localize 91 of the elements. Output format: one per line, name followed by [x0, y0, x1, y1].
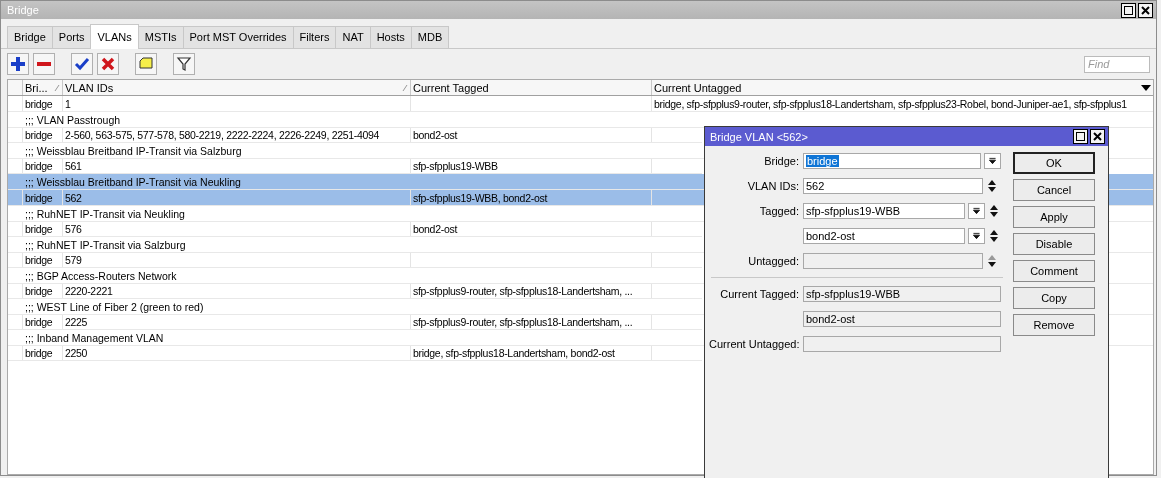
tab[interactable]: MDB [410, 26, 450, 48]
dropdown-icon[interactable] [1141, 83, 1151, 92]
find-field[interactable]: Find [1084, 55, 1150, 73]
table-cell-text: 579 [64, 253, 83, 267]
input-field[interactable]: sfp-sfpplus19-WBB [803, 286, 1001, 302]
field-label: Current Tagged: [720, 288, 799, 300]
column-header[interactable]: Current Tagged [410, 80, 651, 95]
spinner-icon[interactable] [989, 228, 999, 244]
spinner-icon[interactable] [987, 178, 997, 194]
table-row[interactable]: bridge 1 bridge, sfp-sfpplus9-router, sfp-sfpplus18-Landertsham, sfp-sfpplus23-Robel, bond-Juniper-ae1, sfp-sfpplus1 [8, 96, 1153, 112]
add-icon-button[interactable] [7, 53, 29, 75]
x-icon-button[interactable] [97, 53, 119, 75]
table-row[interactable]: bridge 2225 sfp-sfpplus9-router, sfp-sfpplus18-Landertsham, ... [8, 315, 702, 330]
table-cell-text: sfp-sfpplus19-WBB, bond2-ost [412, 190, 549, 205]
table-cell-text: bridge [24, 128, 54, 142]
dropdown-icon[interactable] [984, 153, 1001, 169]
spinner-icon[interactable] [989, 203, 999, 219]
tab[interactable]: Filters [292, 26, 337, 48]
column-header[interactable]: VLAN IDs [62, 80, 410, 95]
table-cell-text: bridge, sfp-sfpplus9-router, sfp-sfpplus18-Landertsham, sfp-sfpplus23-Robel, bond-Juniper-ae1, sfp-sfpplus1 [653, 96, 1128, 111]
input-field[interactable]: bridge [803, 153, 981, 169]
tab[interactable]: Hosts [369, 26, 412, 48]
table-cell-text: bridge [24, 222, 54, 236]
input-field[interactable]: 562 [803, 178, 983, 194]
table-cell-text: 1 [64, 96, 72, 111]
table-cell-text: bridge [24, 190, 54, 205]
checkmark-icon-button[interactable] [71, 53, 93, 75]
tab[interactable]: NAT [335, 26, 371, 48]
table-cell-text: bridge [24, 315, 54, 329]
note-icon-button[interactable] [135, 53, 157, 75]
table-cell-text: bridge [24, 346, 54, 360]
dialog-button[interactable]: Apply [1013, 206, 1095, 228]
dialog-button[interactable]: Disable [1013, 233, 1095, 255]
x-icon [100, 56, 116, 72]
table-cell-text: 2220-2221 [64, 284, 114, 298]
table-cell-text: bridge [24, 159, 54, 173]
table-cell-text: 562 [64, 190, 83, 205]
table-cell-text: 2-560, 563-575, 577-578, 580-2219, 2222-2224, 2226-2249, 2251-4094 [64, 128, 381, 142]
column-header[interactable]: Current Untagged [651, 80, 1153, 95]
table-cell-text: bridge, sfp-sfpplus18-Landertsham, bond2-ost [412, 346, 616, 360]
window-title: Bridge [7, 4, 40, 16]
maximize-icon[interactable] [1073, 129, 1088, 144]
table-row[interactable]: bridge 576 bond2-ost [8, 222, 702, 237]
table-cell-text: bridge [24, 96, 54, 111]
table-cell-text: 2225 [64, 315, 89, 329]
input-field[interactable]: bond2-ost [803, 228, 965, 244]
note-icon [138, 56, 154, 72]
table-cell-text: sfp-sfpplus9-router, sfp-sfpplus18-Landertsham, ... [412, 315, 634, 329]
dialog-button[interactable]: Copy [1013, 287, 1095, 309]
table-cell-text: 576 [64, 222, 83, 236]
close-icon[interactable] [1138, 2, 1153, 18]
filter-icon [176, 56, 192, 72]
dropdown-icon[interactable] [968, 228, 985, 244]
table-row[interactable]: bridge 2220-2221 sfp-sfpplus9-router, sfp-sfpplus18-Landertsham, ... [8, 284, 702, 299]
input-field[interactable]: sfp-sfpplus19-WBB [803, 203, 965, 219]
input-field[interactable] [803, 336, 1001, 352]
spinner-icon[interactable] [987, 253, 997, 269]
table-cell-text: sfp-sfpplus9-router, sfp-sfpplus18-Landertsham, ... [412, 284, 634, 298]
table-cell-text: bond2-ost [412, 128, 459, 142]
dialog-button[interactable]: Remove [1013, 314, 1095, 336]
tab[interactable]: Bridge [7, 26, 53, 48]
remove-icon-button[interactable] [33, 53, 55, 75]
table-row[interactable]: bridge 579 [8, 253, 702, 268]
column-header[interactable]: Bri... [22, 80, 62, 95]
field-label: Untagged: [748, 255, 799, 267]
add-icon [10, 56, 26, 72]
table-cell-text: bridge [24, 253, 54, 267]
table-row[interactable]: bridge 2250 bridge, sfp-sfpplus18-Landertsham, bond2-ost [8, 346, 702, 361]
dialog-title: Bridge VLAN <562> [710, 130, 809, 143]
field-label: Tagged: [759, 205, 799, 217]
table-row[interactable]: bridge 2-560, 563-575, 577-578, 580-2219, 2222-2224, 2226-2249, 2251-4094 bond2-ost [8, 128, 702, 143]
input-field[interactable]: bond2-ost [803, 311, 1001, 327]
dialog-button[interactable]: OK [1013, 152, 1095, 174]
tab[interactable]: Port MST Overrides [182, 26, 294, 48]
dialog-button[interactable]: Comment [1013, 260, 1095, 282]
tab[interactable]: Ports [51, 26, 92, 48]
table-cell-text: 561 [64, 159, 83, 173]
table-cell-text: sfp-sfpplus19-WBB [412, 159, 499, 173]
table-cell-text: bond2-ost [412, 222, 459, 236]
filter-icon-button[interactable] [173, 53, 195, 75]
field-label: VLAN IDs: [747, 180, 799, 192]
table-row[interactable]: bridge 561 sfp-sfpplus19-WBB [8, 159, 702, 174]
tab[interactable]: MSTIs [137, 26, 184, 48]
dropdown-icon[interactable] [968, 203, 985, 219]
checkmark-icon [74, 56, 90, 72]
tab[interactable]: VLANs [90, 24, 139, 49]
dialog-button[interactable]: Cancel [1013, 179, 1095, 201]
close-icon[interactable] [1090, 129, 1105, 144]
maximize-icon[interactable] [1121, 2, 1136, 18]
table-cell-text: bridge [24, 284, 54, 298]
table-cell-text: 2250 [64, 346, 89, 360]
